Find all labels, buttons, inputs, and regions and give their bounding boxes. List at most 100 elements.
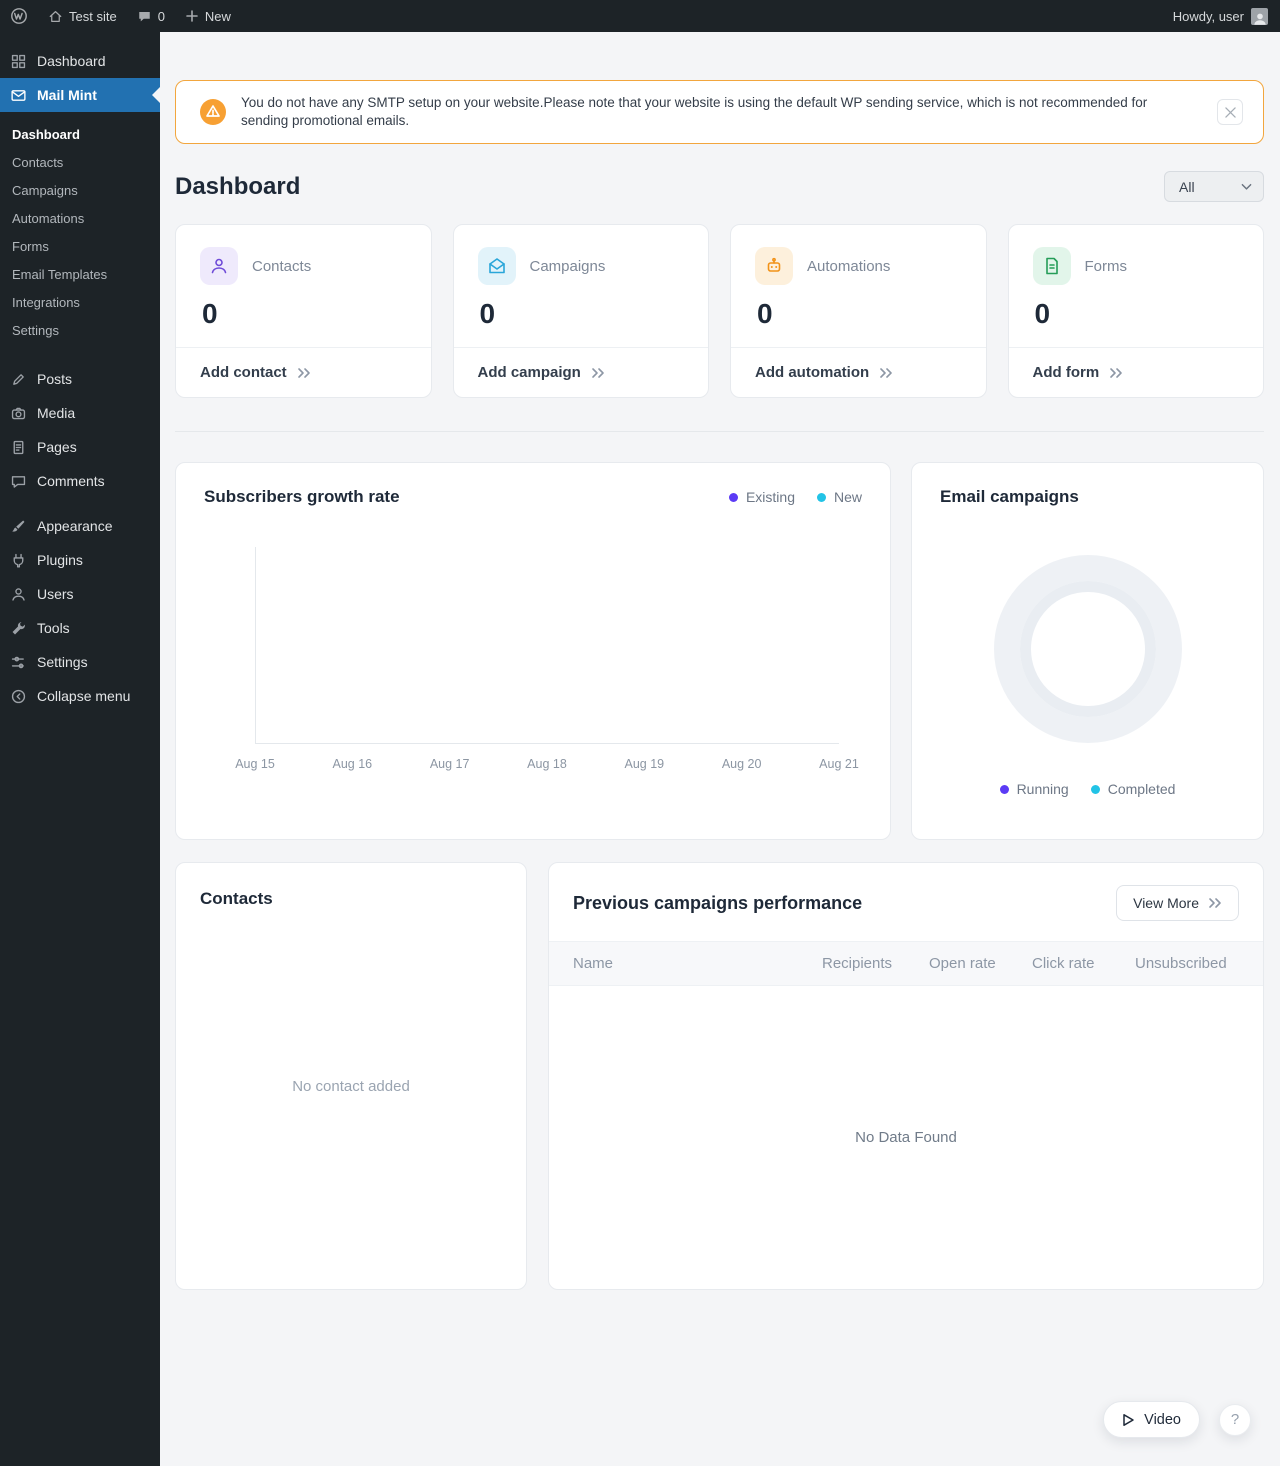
- sidebar-item-users[interactable]: Users: [0, 577, 160, 611]
- email-campaigns-donut: [993, 555, 1182, 744]
- filter-value: All: [1179, 178, 1195, 195]
- legend-item-running: Running: [999, 781, 1069, 798]
- donut-inner-ring: [1019, 581, 1156, 718]
- page-header: Dashboard All: [175, 171, 1264, 203]
- stat-label: Contacts: [252, 257, 312, 275]
- email-campaigns-card: Email campaigns Running Completed: [911, 462, 1264, 841]
- submenu-label: Email Templates: [12, 266, 108, 282]
- running-dot: [999, 784, 1009, 794]
- submenu-label: Settings: [12, 322, 59, 338]
- mail-icon: [11, 89, 26, 101]
- banner-close-button[interactable]: [1217, 99, 1243, 126]
- sidebar-item-settings[interactable]: Settings: [0, 645, 160, 679]
- site-name-label: Test site: [69, 8, 117, 24]
- submenu-item-email-templates[interactable]: Email Templates: [0, 260, 160, 288]
- double-chevron-icon: [297, 368, 310, 378]
- column-header-open-rate: Open rate: [929, 955, 996, 973]
- submenu-item-dashboard[interactable]: Dashboard: [0, 120, 160, 148]
- add-campaign-button[interactable]: Add campaign: [453, 347, 708, 397]
- sidebar-item-tools[interactable]: Tools: [0, 611, 160, 645]
- appearance-icon: [12, 520, 25, 532]
- admin-bar: Test site 0 New Howdy, user: [0, 0, 1280, 32]
- sidebar-item-pages[interactable]: Pages: [0, 430, 160, 464]
- collapse-arrow-icon: [11, 689, 26, 703]
- floating-footer: Video ?: [1103, 1401, 1251, 1438]
- admin-bar-comments[interactable]: 0: [127, 0, 175, 32]
- x-tick-label: Aug 19: [624, 757, 665, 772]
- campaigns-icon: [477, 247, 516, 286]
- admin-bar-new[interactable]: New: [175, 0, 241, 32]
- sidebar-item-label: Posts: [37, 371, 73, 387]
- contacts-empty-message: No contact added: [292, 1077, 410, 1095]
- warning-icon: [200, 99, 226, 126]
- sidebar-item-label: Appearance: [37, 518, 113, 534]
- submenu-item-integrations[interactable]: Integrations: [0, 288, 160, 316]
- sidebar: Dashboard Mail Mint Dashboard Contacts C…: [0, 32, 160, 1466]
- stat-label: Forms: [1084, 257, 1128, 275]
- x-tick-label: Aug 16: [332, 757, 373, 772]
- new-label: New: [204, 8, 231, 24]
- submenu-item-forms[interactable]: Forms: [0, 232, 160, 260]
- add-automation-button[interactable]: Add automation: [731, 347, 986, 397]
- comment-count: 0: [157, 8, 165, 24]
- section-divider: [175, 431, 1264, 433]
- submenu-label: Forms: [12, 238, 49, 254]
- contacts-icon: [200, 247, 238, 286]
- comments-icon: [11, 475, 26, 488]
- submenu-item-settings[interactable]: Settings: [0, 316, 160, 344]
- admin-bar-site-name[interactable]: Test site: [38, 0, 127, 32]
- existing-dot: [728, 492, 738, 502]
- view-more-label: View More: [1133, 895, 1199, 912]
- view-more-button[interactable]: View More: [1116, 885, 1239, 922]
- close-icon: [1224, 106, 1236, 118]
- stat-card-forms: Forms 0 Add form: [1007, 224, 1264, 399]
- legend-label: Existing: [745, 489, 795, 506]
- x-tick-label: Aug 17: [429, 757, 470, 772]
- double-chevron-icon: [1209, 898, 1221, 909]
- help-button[interactable]: ?: [1219, 1403, 1251, 1436]
- completed-dot: [1090, 784, 1100, 794]
- column-header-name: Name: [573, 955, 614, 973]
- submenu-item-campaigns[interactable]: Campaigns: [0, 176, 160, 204]
- submenu-item-automations[interactable]: Automations: [0, 204, 160, 232]
- add-form-button[interactable]: Add form: [1008, 347, 1263, 397]
- sidebar-item-comments[interactable]: Comments: [0, 464, 160, 498]
- wordpress-logo-menu[interactable]: [0, 0, 38, 32]
- stat-value: 0: [202, 298, 218, 330]
- mailmint-submenu: Dashboard Contacts Campaigns Automations…: [0, 112, 160, 356]
- chevron-down-icon: [1241, 183, 1252, 190]
- growth-chart-legend: Existing New: [728, 489, 862, 506]
- double-chevron-icon: [592, 368, 604, 378]
- add-contact-button[interactable]: Add contact: [176, 347, 431, 397]
- filter-dropdown[interactable]: All: [1164, 171, 1264, 203]
- submenu-item-contacts[interactable]: Contacts: [0, 148, 160, 176]
- campaigns-table-header: Name Recipients Open rate Click rate Uns…: [549, 941, 1263, 987]
- wordpress-logo-icon: [11, 8, 27, 24]
- sidebar-item-plugins[interactable]: Plugins: [0, 543, 160, 577]
- action-label: Add form: [1032, 364, 1100, 382]
- sidebar-item-mailmint[interactable]: Mail Mint: [0, 78, 160, 112]
- sidebar-collapse-menu[interactable]: Collapse menu: [0, 679, 160, 713]
- stat-label: Automations: [807, 257, 891, 275]
- main-content: You do not have any SMTP setup on your w…: [160, 32, 1280, 1466]
- x-tick-label: Aug 20: [721, 757, 762, 772]
- video-button[interactable]: Video: [1103, 1401, 1200, 1438]
- sidebar-item-label: Comments: [37, 473, 105, 489]
- comments-bubble-icon: [138, 11, 150, 21]
- legend-label: New: [833, 489, 862, 506]
- tools-icon: [12, 621, 25, 634]
- previous-campaigns-card: Previous campaigns performance View More…: [548, 862, 1264, 1291]
- legend-label: Running: [1016, 781, 1069, 798]
- contacts-card: Contacts No contact added: [175, 862, 527, 1291]
- sidebar-item-label: Plugins: [37, 552, 83, 568]
- sidebar-item-media[interactable]: Media: [0, 396, 160, 430]
- admin-bar-account[interactable]: Howdy, user: [1161, 0, 1280, 32]
- action-label: Add contact: [200, 364, 287, 382]
- plus-icon: [186, 10, 198, 22]
- stat-value: 0: [479, 298, 496, 330]
- sidebar-item-dashboard[interactable]: Dashboard: [0, 44, 160, 78]
- growth-chart-title: Subscribers growth rate: [204, 487, 400, 507]
- sidebar-item-appearance[interactable]: Appearance: [0, 509, 160, 543]
- sidebar-item-posts[interactable]: Posts: [0, 362, 160, 396]
- stat-card-campaigns: Campaigns 0 Add campaign: [452, 224, 709, 399]
